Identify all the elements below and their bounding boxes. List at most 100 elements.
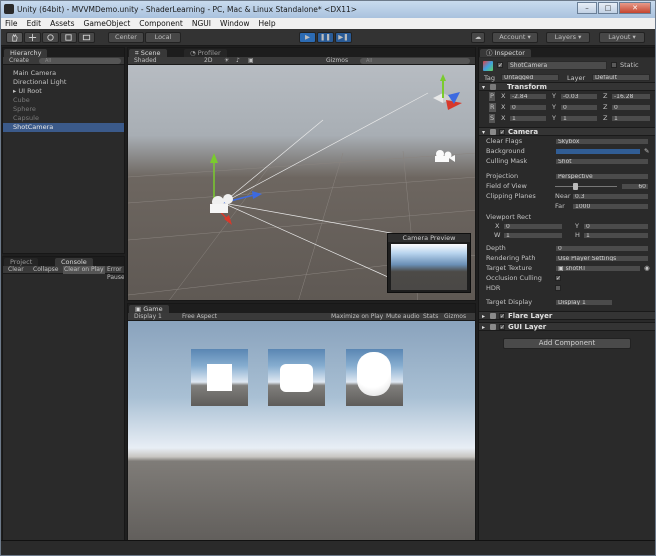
rotate-tool-button[interactable] <box>42 32 59 43</box>
position-x-field[interactable]: -2.84 <box>509 93 547 100</box>
lighting-toggle-icon[interactable]: ☀ <box>224 57 229 65</box>
layers-dropdown[interactable]: Layers ▾ <box>546 32 590 43</box>
move-gizmo[interactable] <box>210 153 262 225</box>
camera-enabled-checkbox[interactable]: ✓ <box>499 129 505 136</box>
layout-dropdown[interactable]: Layout ▾ <box>599 32 645 43</box>
console-collapse-button[interactable]: Collapse <box>33 266 59 274</box>
menu-gameobject[interactable]: GameObject <box>84 18 131 29</box>
occlusion-culling-checkbox[interactable]: ✓ <box>555 275 561 282</box>
viewport-x-field[interactable]: 0 <box>503 223 563 230</box>
maximize-on-play-toggle[interactable]: Maximize on Play <box>331 313 383 321</box>
hierarchy-item-ui-root[interactable]: ▸ UI Root <box>3 87 124 96</box>
target-display-dropdown[interactable]: Display 1 <box>555 299 613 306</box>
fov-slider-thumb[interactable] <box>573 183 579 190</box>
hand-tool-button[interactable] <box>6 32 23 43</box>
close-button[interactable]: ✕ <box>619 2 651 14</box>
transform-header[interactable]: ▾ Transform <box>479 82 655 91</box>
audio-toggle-icon[interactable]: ♪ <box>236 57 240 65</box>
display-dropdown[interactable]: Display 1 <box>134 313 162 321</box>
menu-window[interactable]: Window <box>220 18 250 29</box>
cloud-button[interactable]: ☁ <box>471 32 485 43</box>
tab-inspector[interactable]: ⓘ Inspector <box>480 49 531 57</box>
flare-layer-checkbox[interactable]: ✓ <box>499 313 505 320</box>
rotation-y-field[interactable]: 0 <box>560 104 598 111</box>
scene-gizmos-dropdown[interactable]: Gizmos <box>326 57 348 65</box>
hierarchy-item-cube[interactable]: Cube <box>3 96 124 105</box>
mute-audio-toggle[interactable]: Mute audio <box>386 313 420 321</box>
scale-z-field[interactable]: 1 <box>611 115 651 122</box>
object-active-checkbox[interactable]: ✓ <box>497 62 503 69</box>
static-checkbox[interactable] <box>611 62 617 68</box>
menu-assets[interactable]: Assets <box>50 18 74 29</box>
viewport-w-field[interactable]: 1 <box>503 232 563 239</box>
gui-layer-checkbox[interactable]: ✓ <box>499 324 505 331</box>
console-clear-on-play-button[interactable]: Clear on Play <box>63 266 105 274</box>
clear-flags-dropdown[interactable]: Skybox <box>555 138 649 145</box>
stats-toggle[interactable]: Stats <box>423 313 438 321</box>
hierarchy-item-shotcamera[interactable]: ShotCamera <box>3 123 124 132</box>
minimize-button[interactable]: – <box>577 2 597 14</box>
pivot-local-button[interactable]: Local <box>145 32 181 43</box>
depth-field[interactable]: 0 <box>555 245 649 252</box>
menu-component[interactable]: Component <box>139 18 183 29</box>
tab-project[interactable]: Project <box>4 258 39 266</box>
console-error-pause-button[interactable]: Error Pause <box>107 266 124 282</box>
background-color-swatch[interactable] <box>555 148 641 155</box>
gui-layer-header[interactable]: ▸ ✓ GUI Layer <box>479 322 655 331</box>
projection-dropdown[interactable]: Perspective <box>555 173 649 180</box>
rotation-x-field[interactable]: 0 <box>509 104 547 111</box>
flare-layer-header[interactable]: ▸ ✓ Flare Layer <box>479 311 655 320</box>
rect-tool-button[interactable] <box>78 32 95 43</box>
object-picker-icon[interactable]: ◉ <box>644 264 650 273</box>
fov-field[interactable]: 60 <box>621 183 649 190</box>
culling-mask-dropdown[interactable]: Shot <box>555 158 649 165</box>
game-viewport[interactable] <box>128 321 475 540</box>
viewport-h-field[interactable]: 1 <box>583 232 649 239</box>
layer-dropdown[interactable]: Default <box>592 74 650 81</box>
hierarchy-item-sphere[interactable]: Sphere <box>3 105 124 114</box>
viewport-y-field[interactable]: 0 <box>583 223 649 230</box>
shading-mode-dropdown[interactable]: Shaded <box>134 57 157 65</box>
scene-search-input[interactable]: All <box>360 58 470 64</box>
near-field[interactable]: 0.3 <box>572 193 649 200</box>
rendering-path-dropdown[interactable]: Use Player Settings <box>555 255 649 262</box>
camera-component-header[interactable]: ▾ ✓ Camera <box>479 127 655 136</box>
position-z-field[interactable]: -16.28 <box>611 93 651 100</box>
hdr-checkbox[interactable] <box>555 285 561 291</box>
menu-ngui[interactable]: NGUI <box>192 18 211 29</box>
move-tool-button[interactable] <box>24 32 41 43</box>
2d-toggle[interactable]: 2D <box>204 57 212 65</box>
console-clear-button[interactable]: Clear <box>8 266 24 274</box>
object-name-input[interactable]: ShotCamera <box>507 61 607 70</box>
target-texture-field[interactable]: ▣ shotRT <box>555 265 641 272</box>
hierarchy-item-capsule[interactable]: Capsule <box>3 114 124 123</box>
effects-toggle-icon[interactable]: ▣ <box>248 57 254 65</box>
play-button[interactable]: ▶ <box>299 32 316 43</box>
tab-scene[interactable]: ⌗ Scene <box>129 49 167 57</box>
far-field[interactable]: 1000 <box>572 203 649 210</box>
tab-profiler[interactable]: ◔ Profiler <box>184 49 227 57</box>
tab-hierarchy[interactable]: Hierarchy <box>4 49 48 57</box>
maximize-button[interactable]: □ <box>598 2 618 14</box>
hierarchy-item-main-camera[interactable]: Main Camera <box>3 69 124 78</box>
rotation-z-field[interactable]: 0 <box>611 104 651 111</box>
step-button[interactable]: ▶❚ <box>335 32 352 43</box>
hierarchy-search-input[interactable]: All <box>39 58 121 64</box>
scene-viewport[interactable]: Camera Preview <box>128 65 475 300</box>
eyedropper-icon[interactable]: ✎ <box>644 147 649 156</box>
account-dropdown[interactable]: Account ▾ <box>492 32 538 43</box>
fov-slider-track[interactable] <box>555 186 617 187</box>
menu-help[interactable]: Help <box>259 18 276 29</box>
tab-console[interactable]: Console <box>55 258 93 266</box>
aspect-dropdown[interactable]: Free Aspect <box>182 313 217 321</box>
orientation-gizmo[interactable] <box>433 74 462 110</box>
scale-x-field[interactable]: 1 <box>509 115 547 122</box>
position-y-field[interactable]: -0.03 <box>560 93 598 100</box>
scale-y-field[interactable]: 1 <box>560 115 598 122</box>
scale-tool-button[interactable] <box>60 32 77 43</box>
add-component-button[interactable]: Add Component <box>503 338 631 349</box>
tab-game[interactable]: ▣ Game <box>129 305 169 313</box>
create-dropdown[interactable]: Create <box>9 57 29 65</box>
game-gizmos-dropdown[interactable]: Gizmos <box>444 313 466 321</box>
hierarchy-item-directional-light[interactable]: Directional Light <box>3 78 124 87</box>
